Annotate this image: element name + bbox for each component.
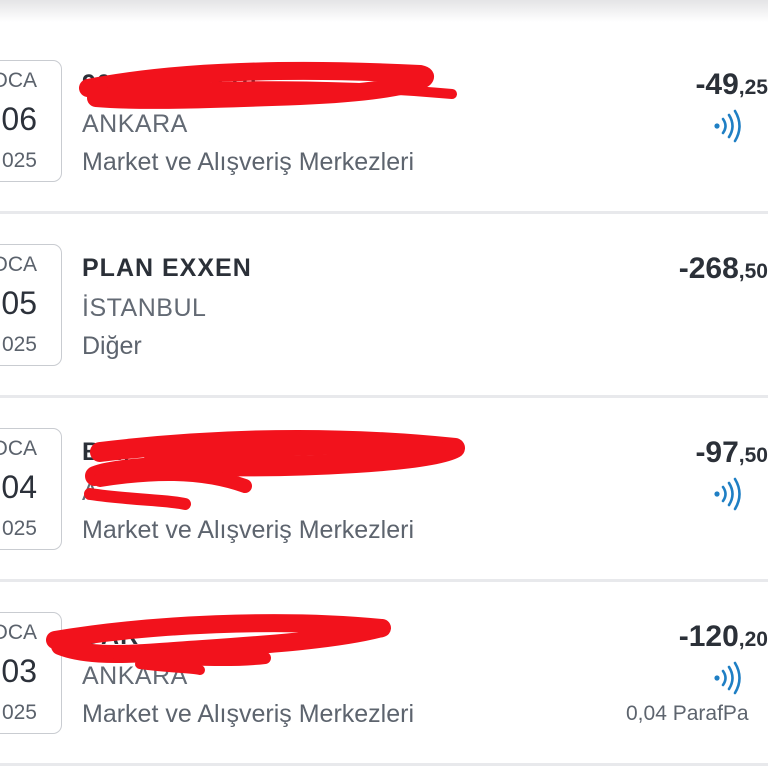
- date-month: OCA: [0, 621, 37, 644]
- transaction-row[interactable]: OCA 03 025 CAR ANKARA Market ve Alışveri…: [0, 610, 768, 768]
- reward-points: 0,04 ParafPa: [626, 702, 749, 725]
- amount-integer: -120: [678, 620, 739, 653]
- amount-integer: -97: [695, 436, 739, 469]
- transaction-category: Market ve Alışveriş Merkezleri: [82, 516, 415, 544]
- date-day: 04: [1, 469, 37, 505]
- row-separator: [0, 211, 768, 214]
- date-month: OCA: [0, 253, 37, 276]
- date-year: 025: [1, 149, 37, 172]
- merchant-city: ANKARA: [82, 662, 188, 690]
- date-year: 025: [1, 333, 37, 356]
- date-badge: OCA 06 025: [0, 60, 62, 182]
- date-badge: OCA 04 025: [0, 428, 62, 550]
- date-badge: OCA 03 025: [0, 612, 62, 734]
- merchant-city: İSTANBUL: [82, 294, 207, 322]
- transaction-category: Market ve Alışveriş Merkezleri: [82, 148, 415, 176]
- amount-decimal: ,20: [738, 628, 768, 651]
- date-year: 025: [1, 517, 37, 540]
- date-month: OCA: [0, 69, 37, 92]
- transaction-amount: -49,25: [695, 68, 768, 102]
- amount-decimal: ,50: [738, 444, 768, 467]
- transaction-amount: -268,50: [679, 252, 768, 286]
- date-day: 06: [1, 101, 37, 137]
- row-separator: [0, 395, 768, 398]
- transaction-list-screen: OCA 06 025 904SH809A10 ANKARA Market ve …: [0, 0, 768, 768]
- date-badge: OCA 05 025: [0, 244, 62, 366]
- row-separator: [0, 579, 768, 582]
- contactless-icon: [714, 477, 741, 511]
- merchant-name: CAR: [82, 622, 140, 650]
- row-separator: [0, 763, 768, 766]
- contactless-icon: [714, 661, 741, 695]
- transaction-category: Diğer: [82, 332, 142, 360]
- top-shadow: [0, 0, 768, 22]
- amount-integer: -268: [678, 252, 739, 285]
- transaction-amount: -97,50: [695, 436, 768, 470]
- date-month: OCA: [0, 437, 37, 460]
- date-day: 03: [1, 653, 37, 689]
- merchant-city: ANKARA: [82, 110, 188, 138]
- date-day: 05: [1, 285, 37, 321]
- contactless-icon: [714, 109, 741, 143]
- merchant-city: A: [82, 478, 100, 506]
- merchant-name: 904SH809A10: [82, 70, 258, 98]
- date-year: 025: [1, 701, 37, 724]
- merchant-name: PLAN EXXEN: [82, 254, 252, 282]
- amount-decimal: ,25: [738, 76, 768, 99]
- amount-decimal: ,50: [738, 260, 768, 283]
- amount-integer: -49: [695, 68, 739, 101]
- merchant-name: BIM: [82, 438, 131, 466]
- transaction-category: Market ve Alışveriş Merkezleri: [82, 700, 415, 728]
- transaction-amount: -120,20: [679, 620, 768, 654]
